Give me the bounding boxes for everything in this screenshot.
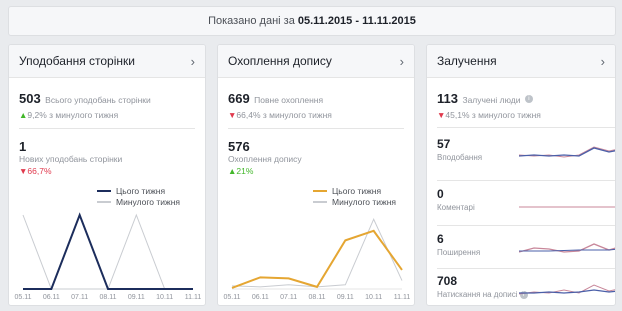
engaged-people-value: 113 bbox=[437, 91, 458, 106]
shares-row: 6 Поширення bbox=[437, 232, 615, 272]
date-range-value: 05.11.2015 - 11.11.2015 bbox=[297, 15, 416, 27]
x-tick-label: 08.11 bbox=[309, 294, 326, 301]
divider bbox=[437, 268, 615, 269]
x-tick-label: 09.11 bbox=[337, 294, 354, 301]
x-tick-label: 06.11 bbox=[252, 294, 269, 301]
engagement-title: Залучення bbox=[437, 54, 497, 68]
x-tick-label: 08.11 bbox=[100, 294, 117, 301]
date-range-banner: Показано дані за 05.11.2015 - 11.11.2015 bbox=[8, 6, 616, 36]
post-clicks-row: 708 Натискання на дописі i bbox=[437, 274, 615, 305]
engaged-people-label: Залучені люди bbox=[462, 95, 521, 105]
x-tick-label: 05.11 bbox=[15, 294, 32, 301]
page-likes-card: Уподобання сторінки › 503 Всього уподоба… bbox=[8, 44, 206, 306]
likes-sparkline bbox=[519, 146, 615, 158]
current-week-series-line bbox=[231, 229, 403, 289]
divider bbox=[437, 180, 615, 181]
engagement-header[interactable]: Залучення › bbox=[427, 45, 615, 78]
shares-sparkline bbox=[519, 243, 615, 253]
divider bbox=[437, 127, 615, 128]
post-reach-card: Охоплення допису › 669 Повне охоплення ▼… bbox=[217, 44, 415, 306]
x-tick-label: 11.11 bbox=[394, 294, 411, 301]
likes-row: 57 Вподобання bbox=[437, 137, 615, 177]
x-tick-label: 11.11 bbox=[185, 294, 202, 301]
x-tick-label: 05.11 bbox=[224, 294, 241, 301]
comments-sparkline bbox=[519, 206, 615, 208]
likes-chart: 05.11 06.11 07.11 08.11 09.11 10.11 11.11 bbox=[15, 212, 202, 301]
x-tick-label: 09.11 bbox=[128, 294, 145, 301]
engaged-people-delta: 45,1% з минулого тижня bbox=[445, 110, 541, 120]
engagement-card: Залучення › 113 Залучені люди i ▼45,1% з… bbox=[426, 44, 616, 306]
post-clicks-sparkline bbox=[519, 284, 615, 295]
divider bbox=[437, 225, 615, 226]
chevron-right-icon[interactable]: › bbox=[601, 54, 605, 69]
post-clicks-row-label: Натискання на дописі bbox=[437, 290, 518, 299]
previous-week-series-line bbox=[231, 218, 403, 288]
x-tick-label: 06.11 bbox=[43, 294, 60, 301]
comments-row: 0 Коментарі bbox=[437, 187, 615, 227]
x-tick-label: 07.11 bbox=[280, 294, 297, 301]
previous-week-series-line bbox=[22, 213, 193, 290]
reach-chart: 05.11 06.11 07.11 08.11 09.11 10.11 11.11 bbox=[224, 218, 411, 301]
info-icon[interactable]: i bbox=[524, 94, 533, 103]
x-tick-label: 10.11 bbox=[365, 294, 382, 301]
date-range-prefix: Показано дані за bbox=[208, 15, 295, 27]
current-week-series-line bbox=[23, 212, 193, 290]
engaged-people-stat: 113 Залучені люди i ▼45,1% з минулого ти… bbox=[427, 90, 615, 120]
x-tick-label: 07.11 bbox=[71, 294, 88, 301]
x-tick-label: 10.11 bbox=[156, 294, 173, 301]
